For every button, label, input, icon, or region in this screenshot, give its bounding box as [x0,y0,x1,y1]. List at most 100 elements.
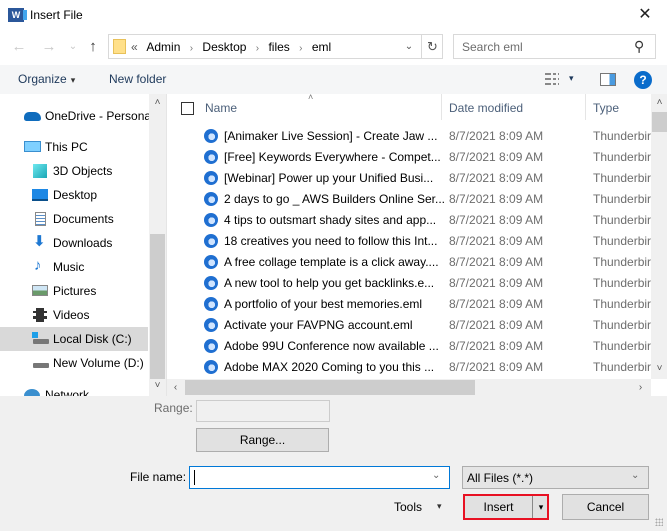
column-header-type[interactable]: Type [593,101,619,115]
sidebar-item-new-volume-d[interactable]: New Volume (D:) [0,351,148,375]
recent-locations-button[interactable]: ⌄ [64,38,82,56]
sidebar-item-3d-objects[interactable]: 3D Objects [0,159,148,183]
sidebar-scroll-thumb[interactable] [150,234,165,379]
range-label: Range: [154,401,193,415]
file-list: ˄ Name Date modified Type [Animaker Live… [166,92,667,396]
file-row[interactable]: Adobe MAX 2020 Coming to you this ... 8/7… [167,357,651,378]
sidebar-item-local-disk-c[interactable]: Local Disk (C:) [0,327,148,351]
vertical-scroll-thumb[interactable] [652,112,667,132]
address-dropdown-icon[interactable]: ⌄ [401,39,417,55]
thunderbird-eml-icon [204,129,218,143]
search-icon[interactable]: ⚲ [634,38,644,55]
sidebar-item-music[interactable]: ♪ Music [0,255,148,279]
file-row[interactable]: [Free] Keywords Everywhere - Compet... 8/… [167,147,651,168]
file-date-modified: 8/7/2021 8:09 AM [449,297,544,311]
thunderbird-eml-icon [204,255,218,269]
sidebar-item-pictures[interactable]: Pictures [0,279,148,303]
breadcrumb-separator[interactable]: › [256,43,259,54]
file-row[interactable]: A free collage template is a click away.… [167,252,651,273]
file-date-modified: 8/7/2021 8:09 AM [449,255,544,269]
scroll-up-arrow-icon[interactable]: ˄ [651,94,667,111]
sidebar-item-label: Desktop [53,188,98,202]
horizontal-scroll-thumb[interactable] [185,380,475,395]
sort-ascending-icon: ˄ [308,92,314,102]
view-options-icon[interactable] [545,72,559,86]
select-all-checkbox[interactable] [181,102,194,115]
scroll-right-arrow-icon[interactable]: › [632,379,649,396]
tools-caret-icon[interactable]: ▾ [437,501,442,512]
file-row[interactable]: Adobe 99U Conference now available ... 8/… [167,336,651,357]
view-options-caret-icon[interactable]: ▾ [569,73,574,84]
column-divider[interactable] [441,94,442,120]
documents-icon [35,212,46,226]
sidebar-scrollbar[interactable]: ˄ ˅ [149,94,166,396]
file-row[interactable]: [Animaker Live Session] - Create Jaw ...… [167,126,651,147]
close-button[interactable]: ✕ [628,2,662,28]
file-type: Thunderbir [593,192,651,206]
refresh-icon[interactable]: ↻ [421,35,443,58]
sidebar-item-onedrive[interactable]: OneDrive - Personal [0,104,154,128]
file-row[interactable]: Activate your FAVPNG account.eml 8/7/2021… [167,315,651,336]
organize-menu-button[interactable]: Organize ▾ [18,72,75,86]
sidebar-item-downloads[interactable]: ⬇ Downloads [0,231,148,255]
title-bar: W Insert File ✕ [0,0,667,31]
range-input [196,400,330,422]
caret-down-icon: ▾ [70,75,76,85]
cancel-button[interactable]: Cancel [562,494,649,520]
insert-split-button[interactable]: Insert ▾ [463,494,549,520]
sidebar-item-videos[interactable]: Videos [0,303,148,327]
address-bar[interactable]: « Admin › Desktop › files › eml ⌄ ↻ [108,34,443,59]
file-type-select[interactable]: All Files (*.*) ⌄ [462,466,649,489]
file-row[interactable]: 2 days to go _ AWS Builders Online Ser..… [167,189,651,210]
insert-button[interactable]: Insert [465,496,533,518]
breadcrumb-files[interactable]: files [268,40,289,54]
vertical-scrollbar[interactable]: ˄ ˅ [651,94,667,379]
file-row[interactable]: [Webinar] Power up your Unified Busi... 8… [167,168,651,189]
file-type-dropdown-icon[interactable]: ⌄ [631,470,639,481]
breadcrumb-admin[interactable]: Admin [146,40,180,54]
column-header-name[interactable]: Name [205,101,237,115]
sidebar-item-desktop[interactable]: Desktop [0,183,148,207]
column-divider[interactable] [585,94,586,120]
sidebar-item-network[interactable]: Network [0,383,148,396]
breadcrumb-overflow[interactable]: « [131,40,138,54]
file-row[interactable]: A new tool to help you get backlinks.e..… [167,273,651,294]
resize-grip[interactable] [655,518,663,526]
horizontal-scrollbar[interactable]: ‹ › [167,379,651,396]
file-name-input[interactable]: ⌄ [189,466,450,489]
file-row[interactable]: 18 creatives you need to follow this Int… [167,231,651,252]
breadcrumb-eml[interactable]: eml [312,40,331,54]
up-button[interactable]: ↑ [84,38,102,56]
new-folder-button[interactable]: New folder [109,72,166,86]
file-name: Adobe MAX 2020 Coming to you this ... [224,360,435,374]
thunderbird-eml-icon [204,318,218,332]
file-name-dropdown-icon[interactable]: ⌄ [432,470,440,481]
scroll-left-arrow-icon[interactable]: ‹ [167,379,184,396]
breadcrumb-desktop[interactable]: Desktop [202,40,246,54]
scroll-down-arrow-icon[interactable]: ˅ [651,360,667,377]
breadcrumb-separator[interactable]: › [299,43,302,54]
scroll-down-arrow-icon[interactable]: ˅ [149,377,166,394]
file-row[interactable]: A portfolio of your best memories.eml 8/7… [167,294,651,315]
sidebar-item-this-pc[interactable]: This PC [0,135,148,159]
file-row[interactable]: 4 tips to outsmart shady sites and app..… [167,210,651,231]
tools-menu-button[interactable]: Tools [394,500,422,514]
column-header-date-modified[interactable]: Date modified [449,101,523,115]
range-button[interactable]: Range... [196,428,329,452]
help-icon[interactable]: ? [634,71,652,89]
breadcrumb-separator[interactable]: › [190,43,193,54]
file-name: A portfolio of your best memories.eml [224,297,423,311]
folder-icon [113,39,126,54]
preview-pane-icon[interactable] [600,73,616,86]
file-name: [Free] Keywords Everywhere - Compet... [224,150,441,164]
forward-button[interactable]: → [40,38,58,56]
command-toolbar: Organize ▾ New folder ▾ ? [0,65,667,94]
sidebar-item-documents[interactable]: Documents [0,207,148,231]
sidebar-item-label: Videos [53,308,90,322]
back-button[interactable]: ← [10,38,28,56]
scroll-up-arrow-icon[interactable]: ˄ [149,94,166,111]
insert-options-caret-icon[interactable]: ▾ [535,496,547,518]
search-input[interactable]: Search eml ⚲ [453,34,656,59]
window-title: Insert File [30,8,83,22]
sidebar-item-label: 3D Objects [53,164,113,178]
